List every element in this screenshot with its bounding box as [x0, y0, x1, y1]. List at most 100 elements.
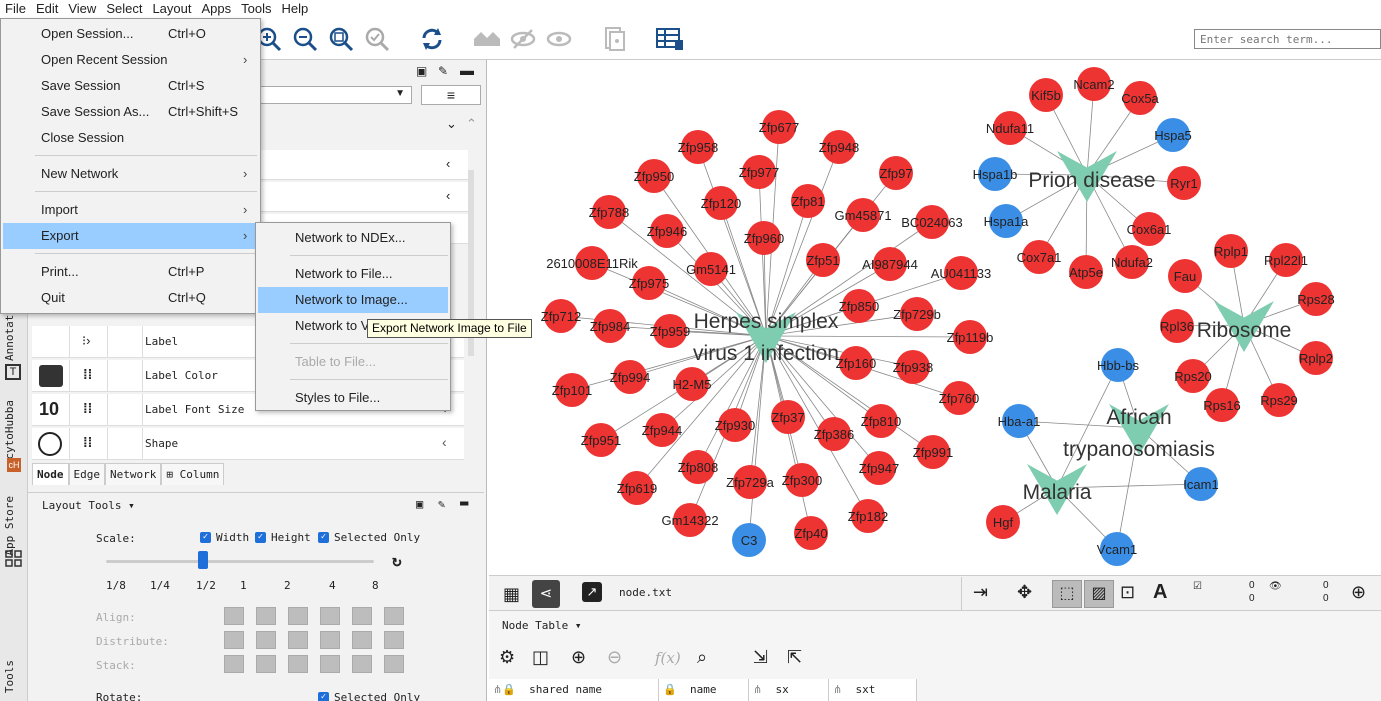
font-size-value[interactable]: 10 — [39, 399, 59, 420]
layout-align-button[interactable] — [288, 655, 308, 673]
scale-slider-track[interactable] — [106, 560, 374, 563]
tab-network[interactable]: Network — [105, 463, 162, 485]
panel-pin-icon[interactable]: ✎ — [438, 64, 448, 78]
export-table-icon[interactable]: ⇱ — [787, 647, 802, 668]
tab-column[interactable]: ⊞ Column — [161, 463, 225, 485]
style-row[interactable]: ‹ — [260, 182, 468, 212]
menu-tools[interactable]: Tools — [236, 0, 276, 18]
menu-layout[interactable]: Layout — [147, 0, 196, 18]
layout-align-button[interactable] — [384, 607, 404, 625]
menu-item-import[interactable]: Import › — [3, 197, 258, 223]
menu-edit[interactable]: Edit — [31, 0, 63, 18]
tab-annotation[interactable]: Annotati — [3, 308, 16, 361]
grid-view-icon[interactable]: ▦ — [503, 584, 520, 605]
layout-align-button[interactable] — [256, 655, 276, 673]
style-select[interactable]: ▼ — [260, 86, 412, 104]
menu-item-table-to-file[interactable]: Table to File... — [258, 349, 448, 375]
column-header-name[interactable]: 🔒 name — [659, 679, 749, 701]
panel-minimize-icon[interactable]: ▬ — [460, 495, 468, 511]
edge[interactable] — [765, 335, 971, 338]
search-input[interactable] — [1194, 29, 1381, 49]
delete-column-icon[interactable]: ⊖ — [607, 647, 622, 668]
select-nodes-icon[interactable]: ⬚ — [1052, 580, 1082, 608]
menu-item-styles-to-file[interactable]: Styles to File... — [258, 385, 448, 411]
layout-align-button[interactable] — [256, 607, 276, 625]
menu-item-network-to-ndex[interactable]: Network to NDEx... — [258, 225, 448, 251]
menu-item-close-session[interactable]: Close Session — [3, 125, 258, 151]
menu-item-print[interactable]: Print... Ctrl+P — [3, 259, 258, 285]
color-swatch[interactable] — [39, 365, 63, 387]
tab-cytohubba[interactable]: cytoHubba — [3, 400, 16, 460]
menu-item-save-session-as[interactable]: Save Session As... Ctrl+Shift+S — [3, 99, 258, 125]
menu-item-save-session[interactable]: Save Session Ctrl+S — [3, 73, 258, 99]
menu-item-network-to-image[interactable]: Network to Image... — [258, 287, 448, 313]
layout-align-button[interactable] — [384, 631, 404, 649]
layout-align-button[interactable] — [224, 655, 244, 673]
tab-app-store[interactable]: App Store — [3, 496, 16, 556]
shape-circle-icon[interactable] — [38, 432, 62, 456]
scale-slider-thumb[interactable] — [198, 551, 208, 569]
menu-file[interactable]: File — [0, 0, 31, 18]
layout-tools-title[interactable]: Layout Tools ▾ — [42, 499, 135, 512]
network-graph[interactable]: Zfp677 Zfp958 Zfp948 Zfp950 Zfp977 Zfp97 Zfp78… — [489, 60, 1381, 575]
select-annotations-icon[interactable]: ⊡ — [1120, 582, 1135, 603]
panel-float-icon[interactable]: ▣ — [416, 497, 423, 511]
share-document-icon[interactable] — [600, 24, 630, 54]
edge[interactable] — [748, 335, 767, 541]
menu-view[interactable]: View — [63, 0, 101, 18]
table-title[interactable]: Node Table ▾ — [502, 619, 581, 632]
hide-icon[interactable] — [508, 24, 538, 54]
tab-edge[interactable]: Edge — [68, 463, 105, 485]
menu-help[interactable]: Help — [277, 0, 314, 18]
layout-align-button[interactable] — [352, 631, 372, 649]
panel-float-icon[interactable]: ▣ — [416, 64, 427, 78]
layout-align-button[interactable] — [288, 607, 308, 625]
network-view-icon[interactable]: ⋖ — [532, 580, 560, 608]
add-column-icon[interactable]: ⊕ — [571, 647, 586, 668]
menu-item-new-network[interactable]: New Network › — [3, 161, 258, 187]
menu-select[interactable]: Select — [101, 0, 147, 18]
menu-item-export[interactable]: Export › — [3, 223, 258, 249]
column-header-sxt[interactable]: ⋔ sxt — [829, 679, 917, 701]
navigator-icon[interactable]: ⊕ — [1351, 582, 1366, 603]
network-canvas[interactable]: Zfp677 Zfp958 Zfp948 Zfp950 Zfp977 Zfp97 Zfp78… — [489, 60, 1381, 575]
show-icon[interactable] — [544, 24, 574, 54]
style-row[interactable]: ‹ — [260, 150, 468, 180]
selected-only-checkbox[interactable]: ✓ — [318, 532, 329, 543]
layout-align-button[interactable] — [320, 607, 340, 625]
refresh-icon[interactable] — [417, 24, 447, 54]
style-options-button[interactable]: ≡ — [421, 85, 481, 105]
menu-item-open-session[interactable]: Open Session... Ctrl+O — [3, 21, 258, 47]
zoom-out-icon[interactable] — [290, 24, 320, 54]
import-table-icon[interactable]: ⇲ — [753, 647, 768, 668]
move-icon[interactable]: ✥ — [1017, 582, 1032, 603]
expand-all-icon[interactable]: ⌄ — [446, 116, 457, 132]
tab-node[interactable]: Node — [32, 463, 69, 485]
zoom-selected-icon[interactable] — [362, 24, 392, 54]
layout-align-button[interactable] — [224, 607, 244, 625]
open-external-icon[interactable]: ↗ — [582, 582, 602, 602]
edge[interactable] — [765, 335, 812, 534]
annotation-text-icon[interactable]: A — [1153, 581, 1167, 604]
layout-align-button[interactable] — [320, 655, 340, 673]
layout-align-button[interactable] — [288, 631, 308, 649]
menu-item-network-to-file[interactable]: Network to File... — [258, 261, 448, 287]
layout-align-button[interactable] — [224, 631, 244, 649]
layout-align-button[interactable] — [352, 655, 372, 673]
menu-item-open-recent-session[interactable]: Open Recent Session › — [3, 47, 258, 73]
layout-align-button[interactable] — [384, 655, 404, 673]
zoom-fit-icon[interactable] — [326, 24, 356, 54]
menu-apps[interactable]: Apps — [197, 0, 237, 18]
refresh-icon[interactable]: ↻ — [392, 551, 402, 570]
gear-icon[interactable]: ⚙ — [499, 647, 515, 668]
layout-align-button[interactable] — [320, 631, 340, 649]
function-builder-icon[interactable]: f(x) — [655, 649, 681, 667]
rotate-selected-only-checkbox[interactable]: ✓ — [318, 692, 329, 701]
width-checkbox[interactable]: ✓ — [200, 532, 211, 543]
table-view-icon[interactable] — [655, 24, 685, 54]
menu-item-quit[interactable]: Quit Ctrl+Q — [3, 285, 258, 311]
height-checkbox[interactable]: ✓ — [255, 532, 266, 543]
style-row-shape[interactable]: ⁞⁞ Shape ‹ — [32, 428, 464, 460]
layout-align-button[interactable] — [256, 631, 276, 649]
column-header-shared-name[interactable]: ⋔🔒 shared name — [489, 679, 659, 701]
